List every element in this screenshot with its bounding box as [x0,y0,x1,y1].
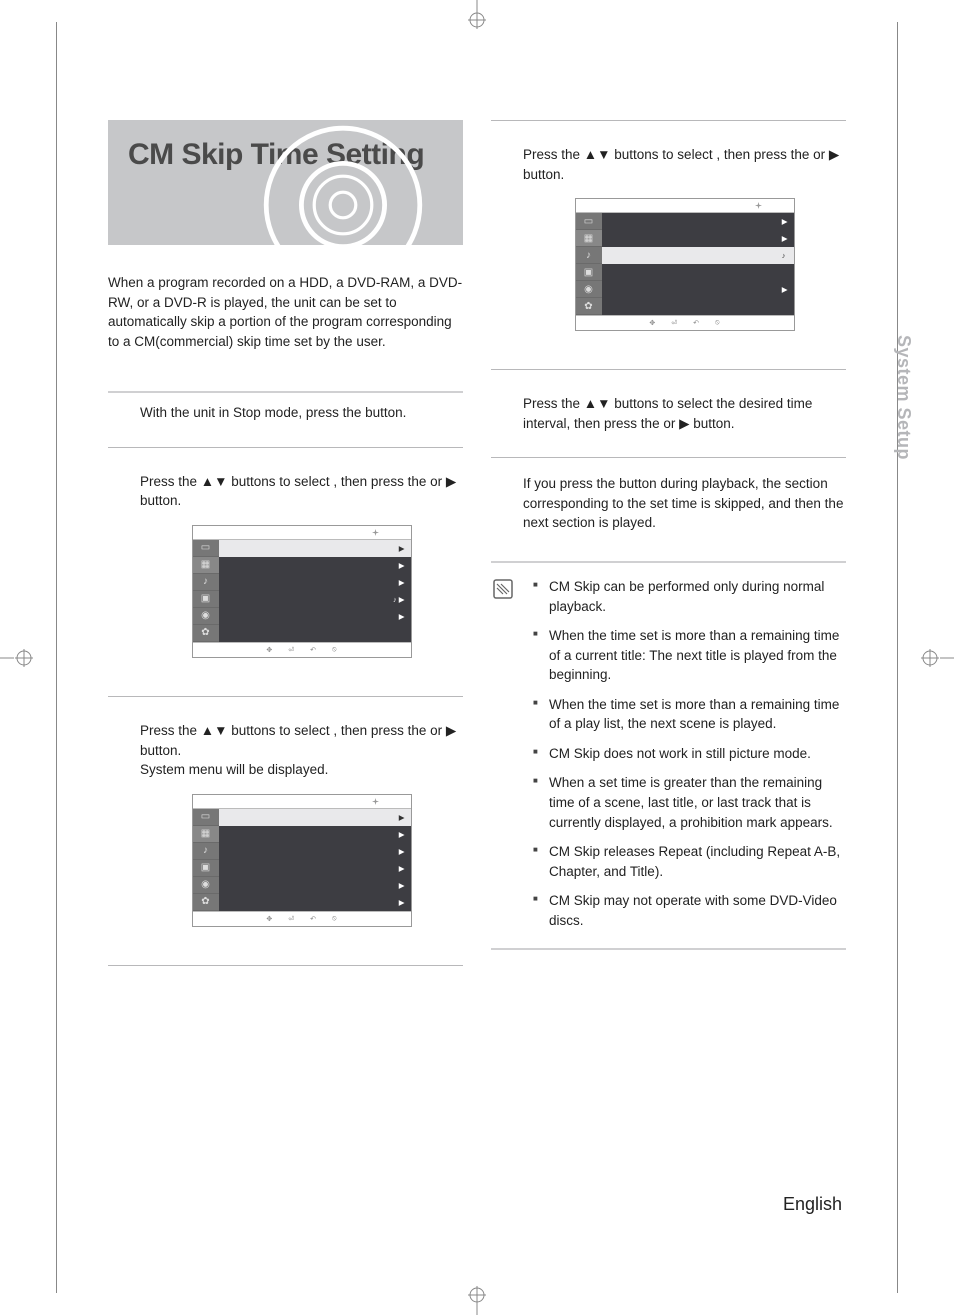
photo-icon: ▣ [193,591,219,608]
registration-mark-bottom [457,1285,497,1315]
rec-icon: ▭ [193,809,219,826]
exit-icon: ⦸ [715,319,720,327]
osd-screenshot-3: ▭ ▦ ♪ ▣ ◉ ✿ ▶ ▶ ♪ ▶ [575,198,795,331]
step-3: Press the ▲▼ buttons to select , then pr… [108,711,463,951]
return-icon: ↶ [310,915,316,923]
step2-text-c: , then press the [333,474,430,489]
exit-icon: ⦸ [332,915,337,923]
step5-text-c: or [663,416,679,431]
note-list: CM Skip can be performed only during nor… [533,577,846,940]
enter-icon: ⏎ [288,646,294,654]
step5-text-d: button. [689,416,734,431]
step-6: If you press the button during playback,… [491,464,846,543]
return-icon: ↶ [310,646,316,654]
note-item: When the time set is more than a remaini… [533,695,846,734]
step4-text-c: , then press the [716,147,813,162]
page: System Setup CM Skip Time Setting When a… [0,0,954,1315]
step3-text-e: button. [140,743,181,758]
step-2: Press the ▲▼ buttons to select , then pr… [108,462,463,682]
up-down-icon: ▲▼ [584,396,611,411]
step-1: With the unit in Stop mode, press the bu… [108,393,463,433]
exit-icon: ⦸ [332,646,337,654]
up-down-icon: ▲▼ [201,474,228,489]
step2-text-e: button. [140,493,181,508]
move-icon: ✥ [649,319,655,327]
osd-screenshot-2: ▭ ▦ ♪ ▣ ◉ ✿ ▶ ▶ ▶ ▶ ▶ [192,794,412,927]
disc-icon: ◉ [193,877,219,894]
section-tab: System Setup [893,335,914,460]
enter-icon: ⏎ [288,915,294,923]
music-icon: ♪ [193,843,219,860]
step-5: Press the ▲▼ buttons to select the desir… [491,384,846,443]
step2-text-d: or [430,474,446,489]
content-area: System Setup CM Skip Time Setting When a… [108,120,846,1215]
note-item: CM Skip does not work in still picture m… [533,744,846,764]
rec-icon: ▭ [193,540,219,557]
up-down-icon: ▲▼ [584,147,611,162]
disc-icon: ◉ [576,281,602,298]
step5-text-a: Press the [523,396,584,411]
step4-text-b: buttons to select [611,147,717,162]
disc-icon: ◉ [193,608,219,625]
step3-text-b: buttons to select [228,723,334,738]
left-column: CM Skip Time Setting When a program reco… [108,120,463,980]
step-4: Press the ▲▼ buttons to select , then pr… [491,135,846,355]
step1-text-b: button. [365,405,406,420]
step3-text-d: or [430,723,446,738]
footer-language: English [783,1194,842,1215]
up-down-icon: ▲▼ [201,723,228,738]
step3-text-c: , then press the [333,723,430,738]
step3-extra: System menu will be displayed. [140,760,463,780]
note-item: When a set time is greater than the rema… [533,773,846,832]
step2-text-a: Press the [140,474,201,489]
page-footer: English [783,1194,846,1215]
registration-mark-right [914,638,954,678]
right-icon: ▶ [446,723,456,738]
enter-icon: ⏎ [671,319,677,327]
music-icon: ♪ [193,574,219,591]
photo-icon: ▣ [193,860,219,877]
note-box: CM Skip can be performed only during nor… [491,561,846,950]
step4-text-d: or [813,147,829,162]
movie-icon: ▦ [193,557,219,574]
step2-text-b: buttons to select [228,474,334,489]
intro-paragraph: When a program recorded on a HDD, a DVD-… [108,273,463,351]
step3-text-a: Press the [140,723,201,738]
step4-text-a: Press the [523,147,584,162]
music-icon: ♪ [576,247,602,264]
return-icon: ↶ [693,319,699,327]
crop-line-right [897,22,898,1293]
photo-icon: ▣ [576,264,602,281]
note-item: CM Skip may not operate with some DVD-Vi… [533,891,846,930]
right-icon: ▶ [829,147,839,162]
movie-icon: ▦ [576,230,602,247]
note-item: CM Skip can be performed only during nor… [533,577,846,616]
movie-icon: ▦ [193,826,219,843]
move-icon: ✥ [266,915,272,923]
osd-screenshot-1: ▭ ▦ ♪ ▣ ◉ ✿ ▶ ▶ ▶ ♪▶ ▶ [192,525,412,658]
step1-text-a: With the unit in Stop mode, press the [140,405,365,420]
note-item: When the time set is more than a remaini… [533,626,846,685]
note-icon [491,577,519,940]
settings-icon: ✿ [576,298,602,315]
title-banner: CM Skip Time Setting [108,120,463,245]
crop-line-left [56,22,57,1293]
right-icon: ▶ [446,474,456,489]
note-item: CM Skip releases Repeat (including Repea… [533,842,846,881]
rec-icon: ▭ [576,213,602,230]
right-icon: ▶ [679,416,689,431]
step4-text-e: button. [523,167,564,182]
settings-icon: ✿ [193,625,219,642]
step6-text-a: If you press the [523,476,619,491]
right-column: Press the ▲▼ buttons to select , then pr… [491,120,846,980]
settings-icon: ✿ [193,894,219,911]
move-icon: ✥ [266,646,272,654]
registration-mark-top [457,0,497,30]
disc-decoration-icon [263,125,423,245]
registration-mark-left [0,638,40,678]
